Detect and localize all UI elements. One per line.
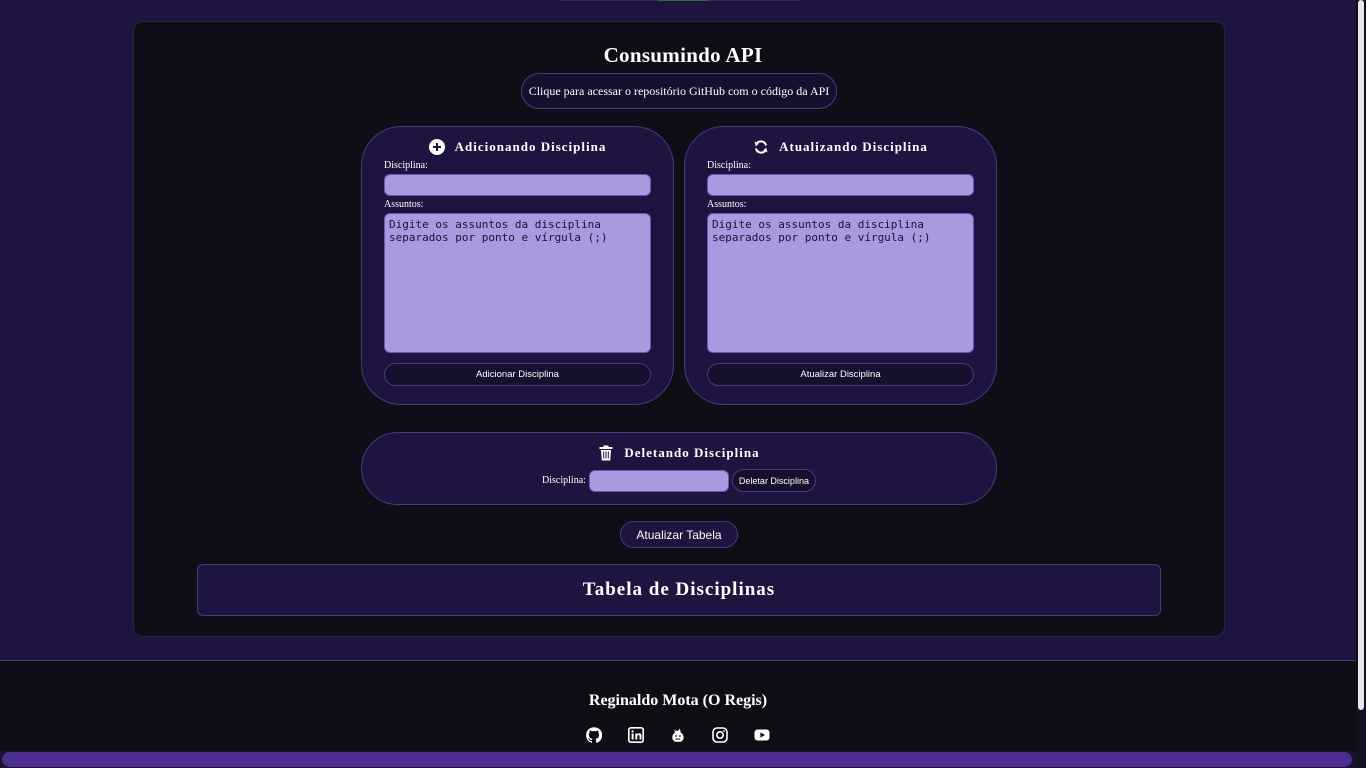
horizontal-scrollbar-thumb[interactable]	[2, 752, 1352, 767]
add-panel-title: Adicionando Disciplina	[362, 139, 673, 155]
delete-panel-title: Deletando Disciplina	[362, 445, 996, 461]
delete-form-row: Disciplina: Deletar Disciplina	[362, 469, 996, 492]
horizontal-scrollbar[interactable]	[0, 751, 1356, 768]
update-discipline-label: Disciplina:	[707, 160, 751, 171]
footer-author-name: Reginaldo Mota (O Regis)	[588, 692, 768, 709]
instagram-icon[interactable]	[712, 727, 728, 743]
add-panel-title-text: Adicionando Disciplina	[454, 139, 607, 154]
update-subjects-label: Assuntos:	[707, 199, 747, 210]
delete-discipline-button[interactable]: Deletar Disciplina	[731, 469, 816, 492]
add-subjects-textarea[interactable]	[384, 213, 651, 353]
update-subjects-textarea[interactable]	[707, 213, 974, 353]
github-repo-link[interactable]: Clique para acessar o repositório GitHub…	[521, 73, 837, 109]
update-discipline-button[interactable]: Atualizar Disciplina	[707, 363, 974, 386]
add-discipline-panel: Adicionando Disciplina Disciplina: Assun…	[361, 126, 674, 405]
youtube-icon[interactable]	[754, 727, 770, 743]
linkedin-icon[interactable]	[628, 727, 644, 743]
plus-circle-icon	[428, 139, 445, 155]
update-discipline-panel: Atualizando Disciplina Disciplina: Assun…	[684, 126, 997, 405]
delete-discipline-panel: Deletando Disciplina Disciplina: Deletar…	[361, 432, 997, 505]
add-discipline-input[interactable]	[384, 174, 651, 196]
delete-panel-title-text: Deletando Disciplina	[624, 445, 760, 460]
table-title: Tabela de Disciplinas	[582, 579, 776, 600]
refresh-icon	[754, 140, 768, 154]
vertical-scrollbar-thumb[interactable]	[1358, 0, 1364, 710]
delete-discipline-input[interactable]	[588, 469, 729, 492]
vertical-scrollbar[interactable]	[1356, 0, 1366, 768]
page-title: Consumindo API	[603, 43, 763, 67]
social-links	[0, 727, 1356, 743]
top-accent-line	[560, 0, 800, 1]
update-discipline-input[interactable]	[707, 174, 974, 196]
github-icon[interactable]	[586, 727, 602, 743]
delete-discipline-label: Disciplina:	[542, 475, 586, 486]
add-discipline-label: Disciplina:	[384, 160, 428, 171]
refresh-table-button[interactable]: Atualizar Tabela	[620, 521, 738, 548]
beecrowd-icon[interactable]	[670, 727, 686, 743]
add-discipline-button[interactable]: Adicionar Disciplina	[384, 363, 651, 386]
trash-icon	[599, 445, 613, 461]
update-panel-title-text: Atualizando Disciplina	[779, 139, 928, 154]
update-panel-title: Atualizando Disciplina	[685, 139, 996, 155]
disciplines-table: Tabela de Disciplinas	[197, 564, 1161, 616]
add-subjects-label: Assuntos:	[384, 199, 424, 210]
